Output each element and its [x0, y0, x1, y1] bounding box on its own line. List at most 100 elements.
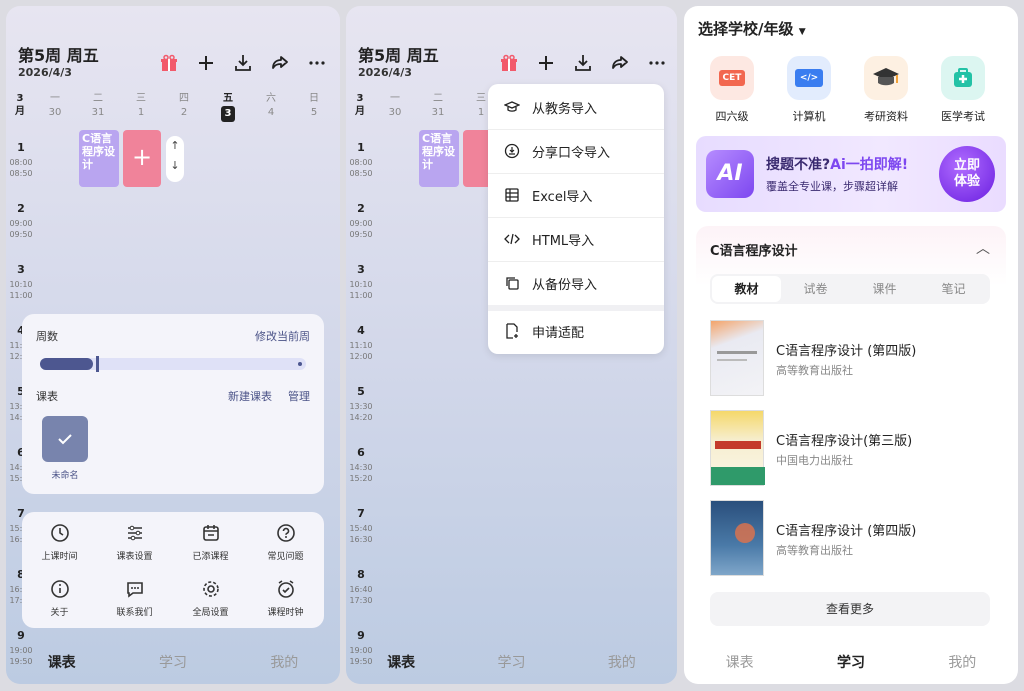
timetable-settings-item[interactable]: 课表设置 — [97, 522, 172, 562]
sliders-icon — [127, 525, 142, 541]
share-icon[interactable] — [261, 50, 298, 76]
book-item[interactable]: C语言程序设计 (第四版) 高等教育出版社 — [710, 320, 990, 398]
tab-study[interactable]: 学习 — [117, 652, 228, 672]
category-computer[interactable]: </> 计算机 — [773, 56, 845, 124]
import-menu-screen: 第5周 周五 2026/4/3 3月 一 30 二 31 三1 1 08:00 08:5… — [346, 6, 677, 684]
more-icon[interactable] — [638, 50, 675, 76]
faq-item[interactable]: 常见问题 — [248, 522, 323, 562]
category-cet[interactable]: CET 四六级 — [696, 56, 768, 124]
more-icon[interactable] — [298, 50, 335, 76]
school-selector[interactable]: 选择学校/年级 ▼ — [698, 18, 806, 39]
tab-me[interactable]: 我的 — [567, 652, 677, 672]
contact-item[interactable]: 联系我们 — [97, 578, 172, 618]
menu-import-academic[interactable]: 从教务导入 — [488, 86, 664, 128]
resource-tabs: 教材 试卷 课件 笔记 — [710, 274, 990, 304]
banner-headline: 搜题不准?Ai一拍即解! — [766, 157, 909, 173]
day-header: 四2 — [179, 93, 189, 118]
weeks-label: 周数 — [36, 330, 58, 343]
tab-textbook[interactable]: 教材 — [712, 276, 781, 302]
book-title: C语言程序设计 (第四版) — [776, 344, 917, 359]
bottom-tab-bar: 课表 学习 我的 — [684, 652, 1018, 672]
time-slot: 1 08:00 08:50 — [9, 141, 33, 178]
menu-import-excel[interactable]: Excel导入 — [488, 174, 664, 216]
tab-exam[interactable]: 试卷 — [781, 276, 850, 302]
toolbar — [490, 50, 675, 76]
course-clock-item[interactable]: 课程时钟 — [248, 578, 323, 618]
week-title: 第5周 周五 — [18, 46, 99, 65]
view-more-button[interactable]: 查看更多 — [710, 592, 990, 626]
day-header: 二 31 — [91, 93, 105, 118]
caret-down-icon: ▼ — [798, 27, 806, 37]
time-slot: 2 09:00 09:50 — [349, 202, 373, 239]
week-panel: 周数 修改当前周 课表 新建课表 管理 未命名 — [22, 314, 324, 494]
about-item[interactable]: 关于 — [22, 578, 97, 618]
book-item[interactable]: C语言程序设计 (第四版) 高等教育出版社 — [710, 500, 990, 578]
day-header-today: 五3 — [213, 92, 243, 122]
tab-me[interactable]: 我的 — [907, 652, 1018, 672]
share-icon[interactable] — [601, 50, 638, 76]
timetable-card[interactable] — [42, 416, 88, 462]
graduation-cap-icon — [873, 68, 899, 86]
document-add-icon — [506, 323, 518, 339]
tab-study[interactable]: 学习 — [795, 652, 906, 672]
tab-slides[interactable]: 课件 — [850, 276, 919, 302]
date-label: 2026/4/3 — [18, 66, 72, 79]
course-block[interactable]: C语言程序设计 — [419, 130, 459, 187]
add-course-button[interactable]: + — [123, 130, 161, 187]
download-icon[interactable] — [224, 50, 261, 76]
gift-icon[interactable] — [490, 50, 527, 76]
menu-import-share-code[interactable]: 分享口令导入 — [488, 130, 664, 172]
arrow-down-icon[interactable]: ↓ — [170, 159, 179, 172]
try-now-button[interactable]: 立即 体验 — [939, 146, 995, 202]
edit-week-link[interactable]: 修改当前周 — [255, 328, 310, 344]
tab-timetable[interactable]: 课表 — [6, 652, 117, 672]
tab-me[interactable]: 我的 — [229, 652, 340, 672]
calendar-icon — [202, 525, 219, 541]
week-slider[interactable] — [40, 356, 306, 372]
add-icon[interactable] — [527, 50, 564, 76]
book-item[interactable]: C语言程序设计(第三版) 中国电力出版社 — [710, 410, 990, 488]
bottom-tab-bar: 课表 学习 我的 — [6, 652, 340, 672]
new-timetable-link[interactable]: 新建课表 — [228, 388, 272, 404]
day-header: 一 30 — [48, 93, 62, 118]
ai-logo: AI — [706, 150, 754, 198]
cet-icon: CET — [718, 70, 746, 86]
day-header: 二 31 — [431, 93, 445, 118]
tab-notes[interactable]: 笔记 — [919, 276, 988, 302]
day-header: 日5 — [309, 93, 319, 118]
course-block[interactable]: C语言程序设计 — [79, 130, 119, 187]
code-icon — [504, 233, 520, 245]
add-icon[interactable] — [187, 50, 224, 76]
ai-promo-banner[interactable]: AI 搜题不准?Ai一拍即解! 覆盖全专业课，步骤超详解 立即 体验 — [696, 136, 1006, 217]
class-time-item[interactable]: 上课时间 — [22, 522, 97, 562]
week-title: 第5周 周五 — [358, 46, 439, 65]
banner-subtitle: 覆盖全专业课，步骤超详解 — [766, 180, 898, 193]
manage-link[interactable]: 管理 — [288, 388, 310, 404]
bottom-tab-bar: 课表 学习 我的 — [346, 652, 677, 672]
download-icon[interactable] — [564, 50, 601, 76]
added-courses-item[interactable]: 已添课程 — [173, 522, 248, 562]
menu-request-adapt[interactable]: 申请适配 — [488, 310, 664, 352]
menu-import-html[interactable]: HTML导入 — [488, 218, 664, 260]
tab-timetable[interactable]: 课表 — [684, 652, 795, 672]
global-settings-item[interactable]: 全局设置 — [173, 578, 248, 618]
course-section: C语言程序设计 ︿ 教材 试卷 课件 笔记 C语言程序设计 (第四版) 高等教育… — [696, 226, 1006, 640]
computer-icon: </> — [794, 69, 824, 87]
category-postgrad[interactable]: 考研资料 — [850, 56, 922, 124]
medical-kit-icon — [954, 68, 972, 87]
time-slot: 3 10:10 11:00 — [9, 263, 33, 300]
reorder-arrows[interactable]: ↑ ↓ — [166, 136, 184, 182]
gift-icon[interactable] — [150, 50, 187, 76]
day-header: 三1 — [136, 93, 146, 118]
chat-icon — [126, 582, 143, 598]
arrow-up-icon[interactable]: ↑ — [170, 139, 179, 152]
timetable-label: 课表 — [36, 390, 58, 403]
collapse-chevron-icon[interactable]: ︿ — [976, 238, 990, 258]
category-medical[interactable]: 医学考试 — [927, 56, 999, 124]
time-slot: 1 08:00 08:50 — [349, 141, 373, 178]
menu-import-backup[interactable]: 从备份导入 — [488, 262, 664, 304]
tab-timetable[interactable]: 课表 — [346, 652, 456, 672]
quick-menu-grid: 上课时间 课表设置 已添课程 常见问题 关于 联系我们 全局设置 课程时钟 — [22, 512, 324, 628]
tab-study[interactable]: 学习 — [456, 652, 566, 672]
month-label: 3月 — [15, 93, 25, 117]
